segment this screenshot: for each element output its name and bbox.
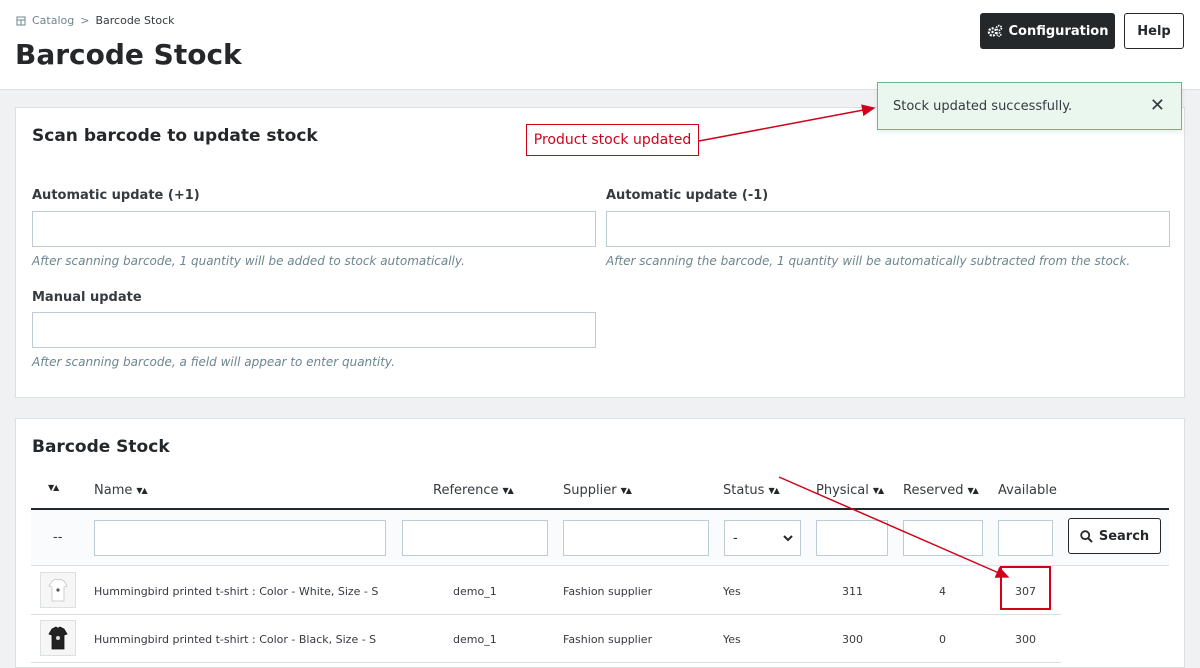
sort-arrows-icon: ▼▲ — [967, 486, 979, 495]
gears-icon — [987, 24, 1002, 38]
auto-plus-help: After scanning barcode, 1 quantity will … — [32, 254, 465, 268]
row-status: Yes — [723, 633, 741, 646]
auto-plus-input[interactable] — [32, 211, 596, 247]
help-button[interactable]: Help — [1124, 13, 1184, 49]
sort-id-column[interactable]: ▼▲ — [48, 483, 59, 492]
column-header-status[interactable]: Status ▼▲ — [723, 483, 780, 498]
available-filter-input[interactable] — [998, 520, 1053, 556]
row-status: Yes — [723, 585, 741, 598]
catalog-icon — [16, 16, 26, 25]
row-supplier: Fashion supplier — [563, 585, 653, 598]
breadcrumb-catalog-link[interactable]: Catalog — [32, 14, 74, 27]
reference-filter-input[interactable] — [402, 520, 548, 556]
manual-update-input[interactable] — [32, 312, 596, 348]
sort-arrows-icon: ▼▲ — [48, 483, 59, 492]
sort-arrows-icon: ▼▲ — [768, 486, 779, 495]
page-title: Barcode Stock — [15, 38, 242, 71]
column-header-reference[interactable]: Reference ▼▲ — [433, 483, 514, 498]
column-label: Available — [998, 483, 1057, 498]
search-icon — [1080, 529, 1093, 543]
auto-minus-input[interactable] — [606, 211, 1170, 247]
breadcrumb: Catalog > Barcode Stock — [16, 14, 175, 27]
breadcrumb-current: Barcode Stock — [95, 14, 175, 27]
column-label: Reserved — [903, 483, 964, 498]
row-reserved: 4 — [939, 585, 946, 598]
stock-card-title: Barcode Stock — [32, 437, 170, 457]
search-button[interactable]: Search — [1068, 518, 1161, 554]
auto-minus-label: Automatic update (-1) — [606, 188, 769, 203]
column-header-reserved[interactable]: Reserved ▼▲ — [903, 483, 979, 498]
row-supplier: Fashion supplier — [563, 633, 653, 646]
row-divider — [31, 662, 1061, 663]
column-header-physical[interactable]: Physical ▼▲ — [816, 483, 884, 498]
row-physical: 311 — [842, 585, 863, 598]
column-label: Physical — [816, 483, 869, 498]
scan-card-title: Scan barcode to update stock — [32, 126, 318, 146]
manual-update-label: Manual update — [32, 290, 142, 305]
manual-update-help: After scanning barcode, a field will app… — [32, 355, 395, 369]
success-toast: Stock updated successfully. ✕ — [877, 82, 1182, 130]
column-header-supplier[interactable]: Supplier ▼▲ — [563, 483, 632, 498]
row-physical: 300 — [842, 633, 863, 646]
physical-filter-input[interactable] — [816, 520, 888, 556]
sort-arrows-icon: ▼▲ — [502, 486, 513, 495]
row-reference: demo_1 — [453, 585, 497, 598]
close-icon[interactable]: ✕ — [1150, 95, 1165, 116]
search-label: Search — [1098, 528, 1150, 544]
auto-minus-help: After scanning the barcode, 1 quantity w… — [606, 254, 1131, 268]
supplier-filter-input[interactable] — [563, 520, 709, 556]
product-thumbnail[interactable] — [40, 620, 76, 656]
id-filter-placeholder: -- — [53, 530, 63, 545]
sort-arrows-icon: ▼▲ — [136, 486, 147, 495]
row-reserved: 0 — [939, 633, 946, 646]
product-thumbnail[interactable] — [40, 572, 76, 608]
status-selected-value: - — [733, 530, 738, 546]
name-filter-input[interactable] — [94, 520, 386, 556]
column-label: Supplier — [563, 483, 617, 498]
row-divider — [31, 614, 1061, 615]
toast-message: Stock updated successfully. — [893, 98, 1073, 114]
configuration-label: Configuration — [1008, 23, 1109, 39]
row-name: Hummingbird printed t-shirt : Color - Bl… — [94, 633, 377, 646]
column-label: Status — [723, 483, 765, 498]
column-label: Reference — [433, 483, 499, 498]
page-header: Catalog > Barcode Stock Barcode Stock Co… — [0, 0, 1200, 90]
reserved-filter-input[interactable] — [903, 520, 983, 556]
annotation-product-stock-updated: Product stock updated — [526, 124, 699, 156]
sort-arrows-icon: ▼▲ — [620, 486, 632, 495]
tshirt-icon — [48, 578, 68, 602]
tshirt-icon — [48, 626, 68, 650]
row-available: 300 — [1015, 633, 1036, 646]
annotation-available-highlight — [1000, 566, 1051, 610]
row-name: Hummingbird printed t-shirt : Color - Wh… — [94, 585, 379, 598]
sort-arrows-icon: ▼▲ — [872, 486, 884, 495]
column-header-name[interactable]: Name ▼▲ — [94, 483, 148, 498]
column-header-available: Available — [998, 483, 1057, 498]
column-label: Name — [94, 483, 133, 498]
auto-plus-label: Automatic update (+1) — [32, 188, 200, 203]
configuration-button[interactable]: Configuration — [980, 13, 1115, 49]
breadcrumb-separator: > — [80, 14, 90, 27]
chevron-down-icon — [783, 535, 793, 542]
row-reference: demo_1 — [453, 633, 497, 646]
status-filter-select[interactable]: - — [724, 520, 801, 556]
